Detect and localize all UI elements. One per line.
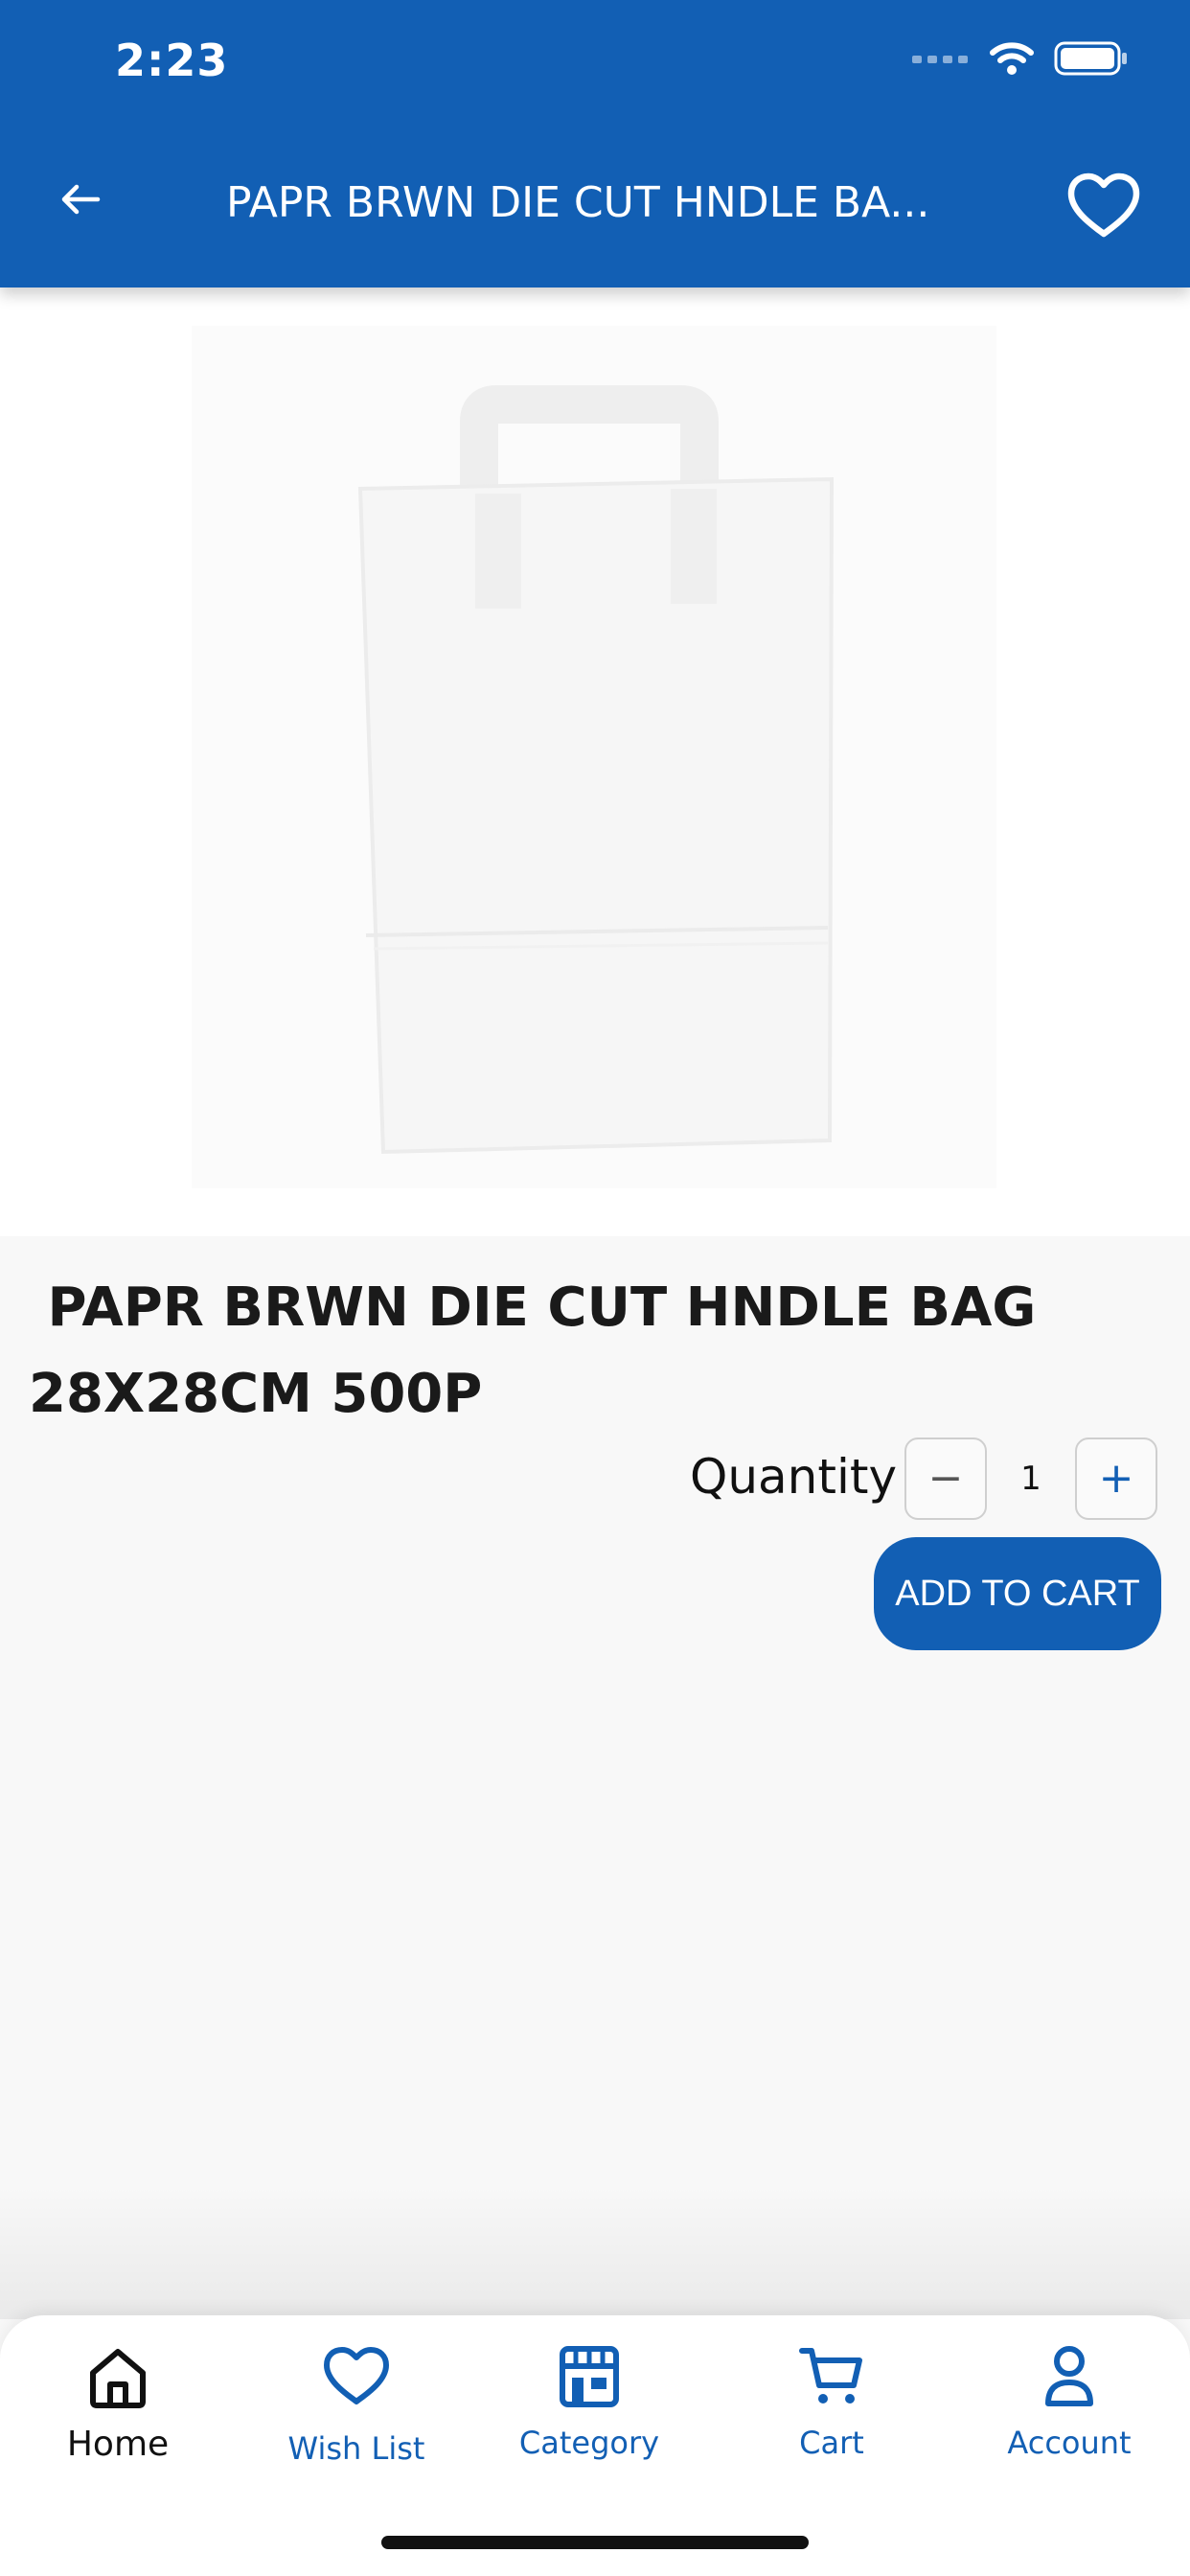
bottom-shade: [0, 2185, 1190, 2319]
status-time: 2:23: [115, 34, 229, 86]
nav-label-category: Category: [518, 2425, 660, 2461]
arrow-left-icon: [61, 184, 101, 215]
quantity-decrease-button[interactable]: −: [904, 1438, 987, 1520]
nav-item-account[interactable]: Account: [964, 2338, 1175, 2482]
nav-item-wish-list[interactable]: Wish List: [251, 2338, 462, 2482]
quantity-value: 1: [1020, 1460, 1041, 1498]
header-title: PAPR BRWN DIE CUT HNDLE BA...: [226, 178, 930, 227]
back-button[interactable]: [54, 172, 107, 226]
nav-label-account: Account: [1007, 2425, 1132, 2461]
nav-label-home: Home: [66, 2425, 170, 2464]
heart-outline-icon: [1067, 172, 1140, 238]
nav-label-wish-list: Wish List: [287, 2430, 425, 2467]
nav-label-cart: Cart: [799, 2425, 864, 2461]
quantity-increase-button[interactable]: +: [1075, 1438, 1157, 1520]
cart-icon: [799, 2348, 862, 2404]
home-indicator: [381, 2536, 809, 2549]
home-icon: [90, 2349, 146, 2408]
nav-item-category[interactable]: Category: [484, 2338, 695, 2482]
status-icons: [912, 40, 1129, 77]
store-icon: [560, 2346, 619, 2407]
signal-icon: [912, 56, 968, 63]
nav-item-cart[interactable]: Cart: [726, 2338, 937, 2482]
add-to-cart-button[interactable]: ADD TO CART: [874, 1537, 1161, 1650]
app-header: 2:23 PAPR BRWN DIE CUT HNDLE BA...: [0, 0, 1190, 288]
quantity-label: Quantity: [690, 1449, 898, 1505]
user-icon: [1045, 2346, 1093, 2406]
product-image: [192, 326, 996, 1188]
product-image-area: [0, 288, 1190, 1236]
wifi-icon: [990, 42, 1034, 75]
heart-icon: [324, 2347, 389, 2404]
product-title: PAPR BRWN DIE CUT HNDLE BAG 28X28CM 500P: [29, 1276, 1055, 1425]
bottom-nav: Home Wish List Category Cart Account: [0, 2315, 1190, 2576]
wishlist-toggle-button[interactable]: [1065, 171, 1142, 242]
battery-icon: [1054, 41, 1127, 76]
nav-item-home[interactable]: Home: [12, 2338, 223, 2482]
